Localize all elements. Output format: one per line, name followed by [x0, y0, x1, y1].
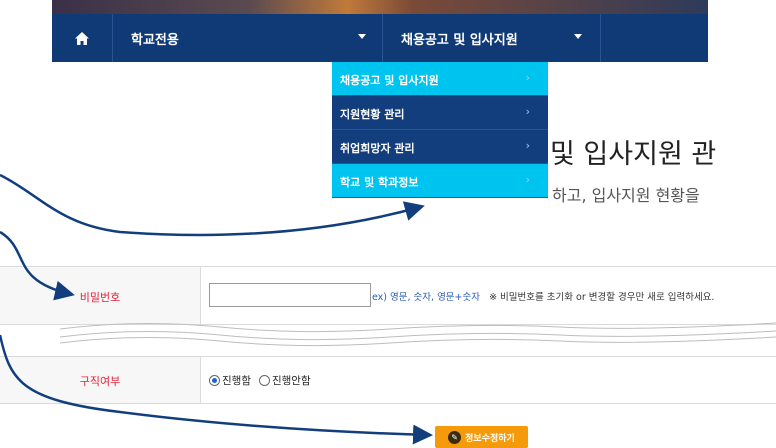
annotation-arrow-save: [0, 334, 433, 445]
annotation-arrows: [0, 173, 433, 445]
annotation-arrow-dropdown: [0, 173, 425, 237]
annotation-arrow-password: [0, 230, 75, 301]
